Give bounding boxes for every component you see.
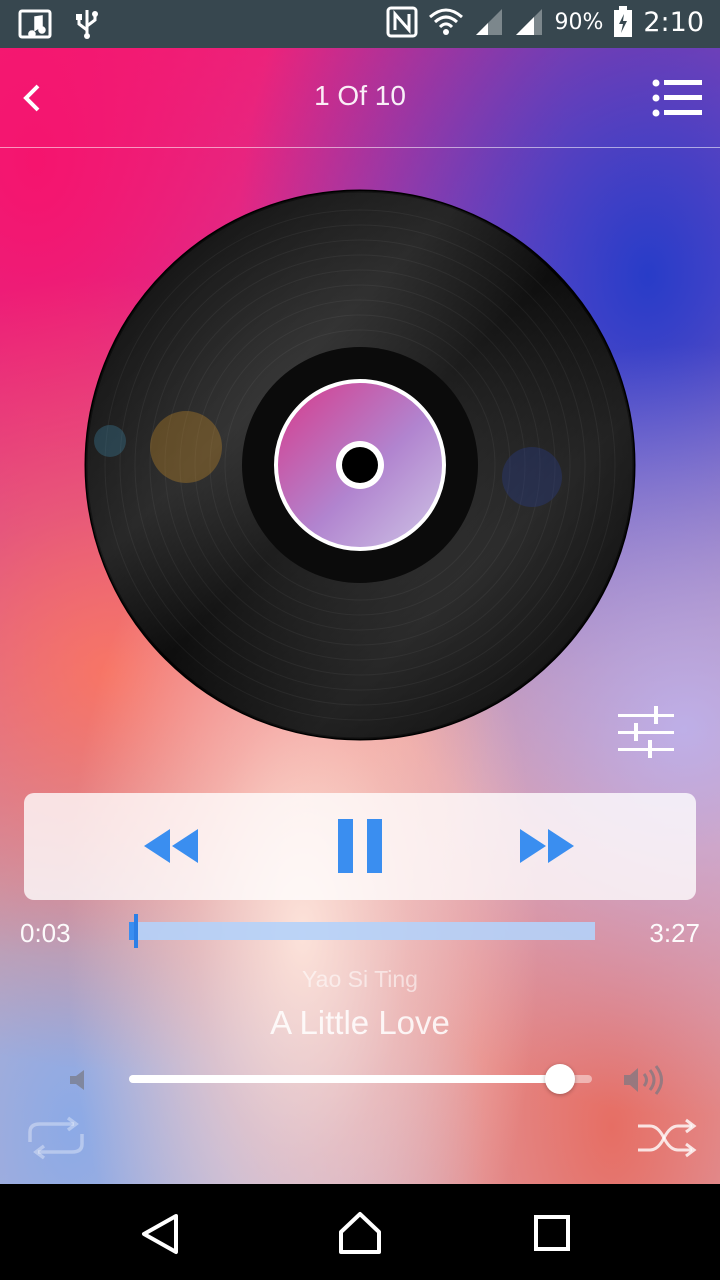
music-notification-icon	[18, 9, 52, 39]
recents-icon	[534, 1215, 570, 1251]
volume-slider[interactable]	[129, 1064, 592, 1094]
status-bar: 90% 2:10	[0, 0, 720, 48]
home-icon	[339, 1212, 381, 1254]
battery-charging-icon	[614, 6, 633, 37]
repeat-button[interactable]	[22, 1116, 90, 1160]
song-title: A Little Love	[270, 1004, 450, 1041]
wifi-icon	[429, 8, 464, 35]
battery-percent: 90%	[554, 9, 604, 35]
volume-high-icon	[620, 1064, 664, 1096]
playback-controls	[24, 793, 696, 900]
playlist-button[interactable]	[652, 78, 704, 118]
nav-back-button[interactable]	[138, 1212, 182, 1256]
nav-home-button[interactable]	[337, 1210, 383, 1256]
rewind-icon	[144, 829, 198, 863]
nav-recents-button[interactable]	[533, 1214, 571, 1252]
next-button[interactable]	[516, 815, 578, 877]
music-player: 1 Of 10 0:03 3:27 Yao Si Ting A Little L…	[0, 48, 720, 1184]
volume-fill	[129, 1075, 560, 1083]
seek-handle[interactable]	[133, 914, 138, 948]
pause-icon	[338, 819, 382, 873]
usb-icon	[76, 10, 98, 39]
shuffle-button[interactable]	[636, 1116, 698, 1160]
shuffle-icon	[638, 1118, 697, 1158]
nfc-icon	[386, 6, 418, 38]
track-position-title: 1 Of 10	[314, 80, 406, 111]
previous-button[interactable]	[140, 815, 202, 877]
total-time: 3:27	[649, 918, 700, 948]
back-triangle-icon	[142, 1214, 178, 1254]
artist-name: Yao Si Ting	[302, 966, 418, 992]
repeat-icon	[28, 1116, 84, 1160]
equalizer-button[interactable]	[616, 704, 676, 760]
volume-low-icon	[64, 1067, 92, 1093]
equalizer-icon	[618, 706, 674, 758]
playlist-icon	[652, 79, 702, 117]
seek-bar[interactable]	[129, 914, 595, 948]
signal-icon	[476, 9, 503, 35]
volume-thumb[interactable]	[544, 1064, 575, 1094]
navigation-bar	[0, 1184, 720, 1280]
vinyl-record	[84, 189, 636, 741]
current-time: 0:03	[20, 918, 71, 948]
signal-icon	[516, 9, 543, 35]
top-bar: 1 Of 10	[0, 48, 720, 148]
fast-forward-icon	[520, 829, 574, 863]
clock: 2:10	[643, 6, 704, 38]
pause-button[interactable]	[330, 815, 390, 877]
